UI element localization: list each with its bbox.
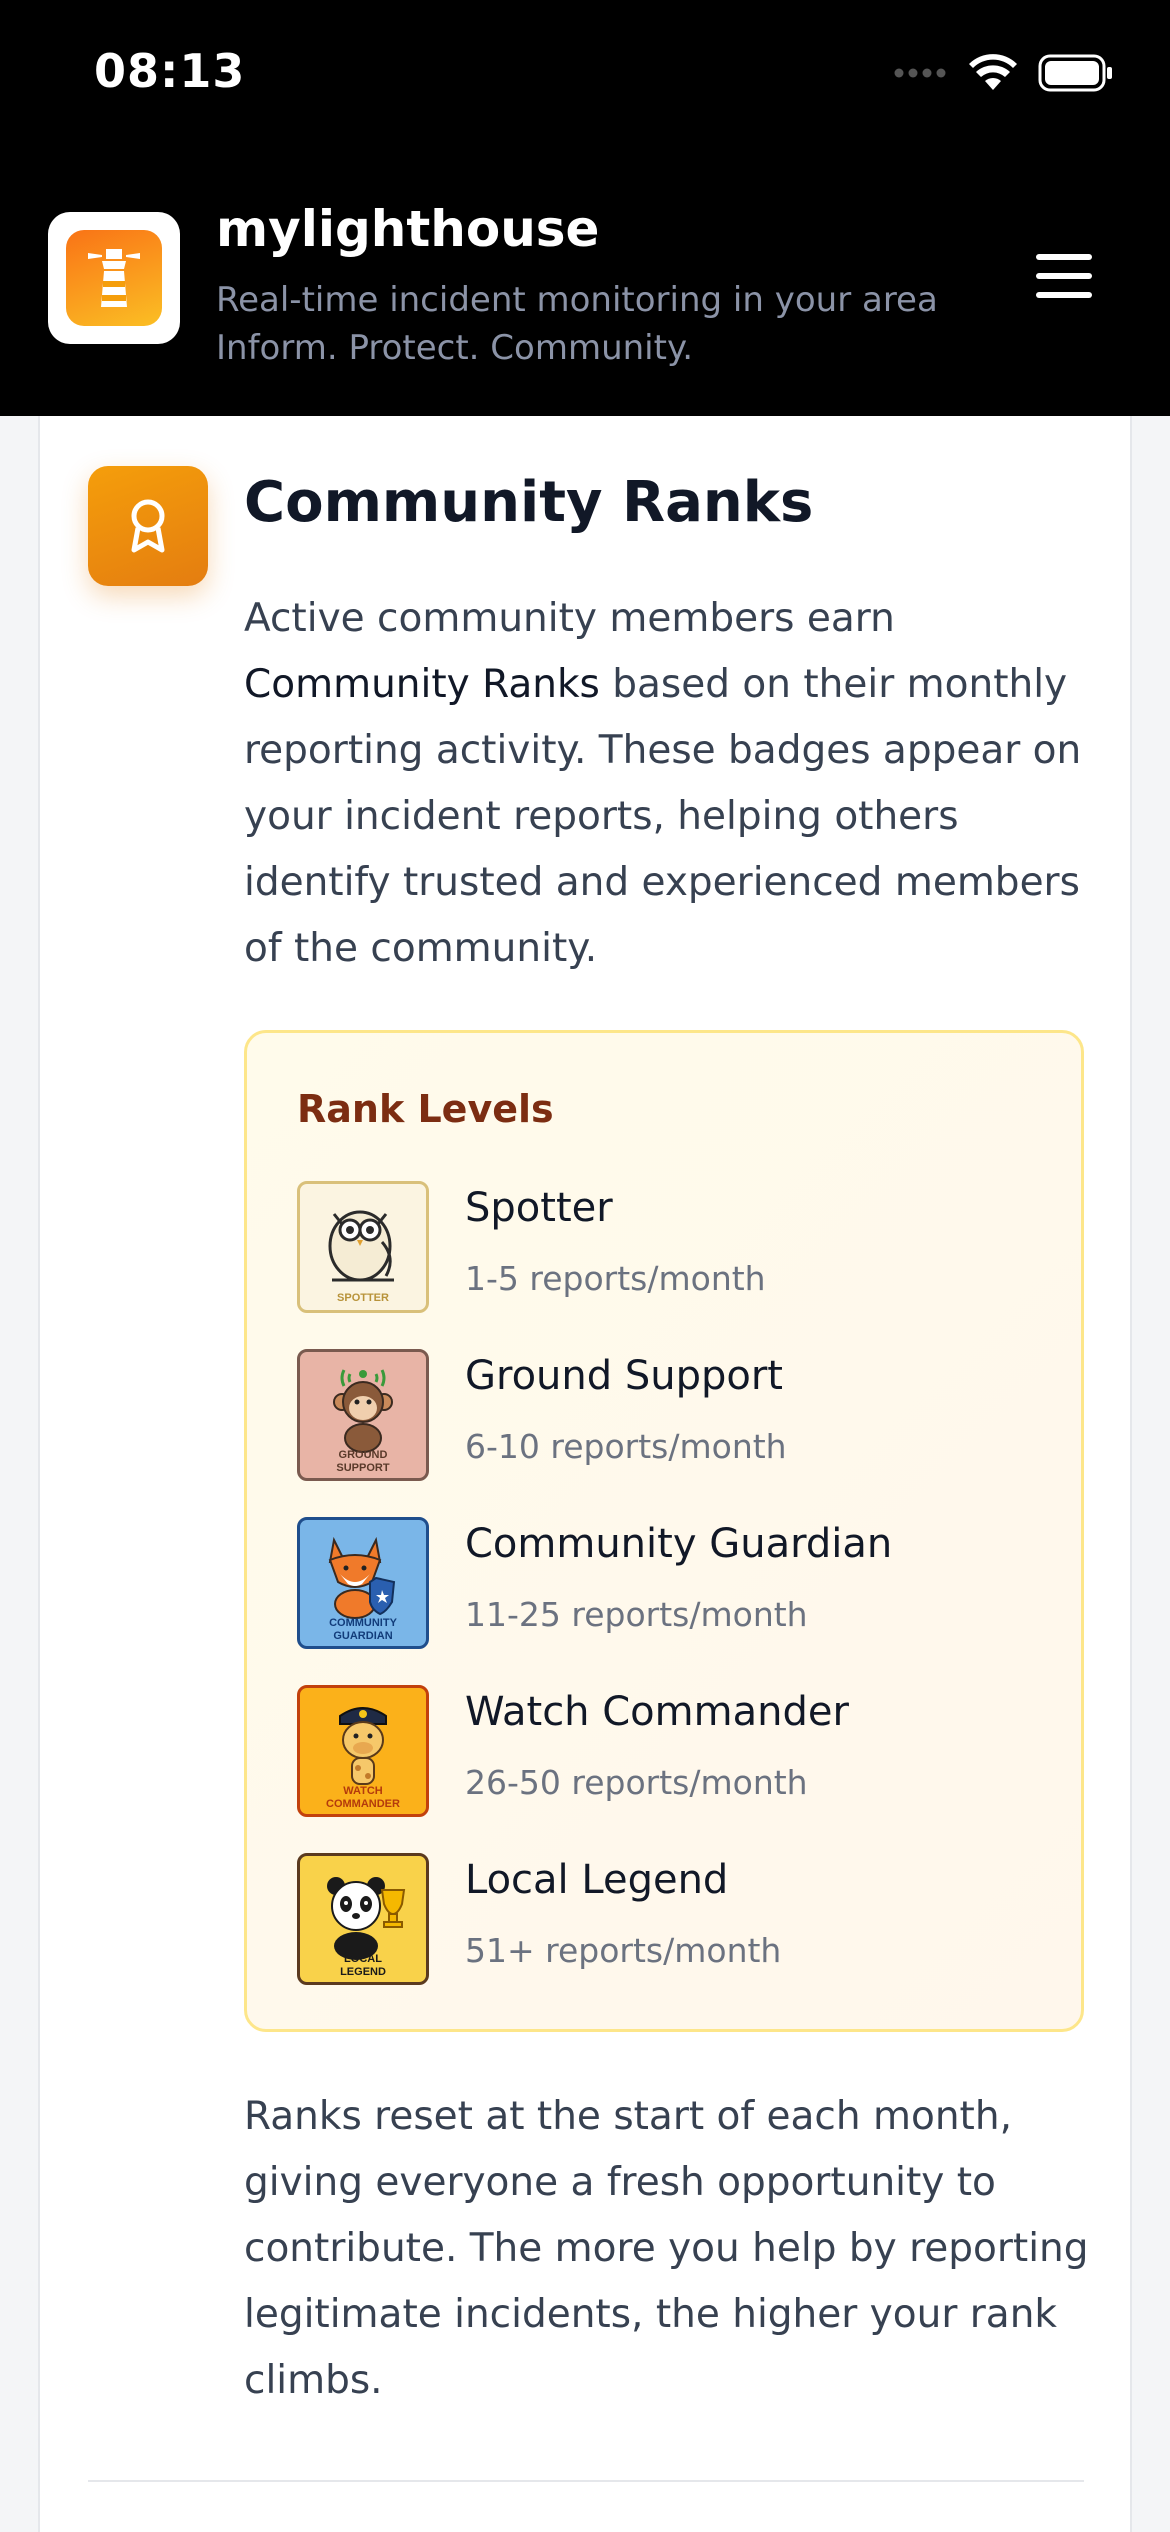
status-icons [894, 54, 1114, 92]
status-bar: 08:13 [0, 0, 1170, 150]
app-name: mylighthouse [216, 200, 600, 258]
watch-commander-giraffe-badge-icon: WATCH COMMANDER [297, 1685, 429, 1817]
rank-name: Ground Support [465, 1353, 783, 1399]
status-time: 08:13 [94, 44, 246, 98]
outro-paragraph: Ranks reset at the start of each month, … [244, 2094, 1089, 2403]
spotter-badge-label: SPOTTER [337, 1292, 389, 1304]
section-icon [88, 466, 208, 586]
app-logo[interactable] [48, 212, 180, 344]
rank-item-local-legend: LOCAL LEGEND Local Legend 51+ reports/mo… [297, 1853, 1057, 1985]
community-guardian-fox-badge-icon: COMMUNITY GUARDIAN [297, 1517, 429, 1649]
rank-name: Spotter [465, 1185, 613, 1231]
rank-name: Local Legend [465, 1857, 729, 1903]
rank-range: 51+ reports/month [465, 1931, 782, 1970]
battery-icon [1038, 54, 1112, 92]
ground-support-monkey-badge-icon: GROUND SUPPORT [297, 1349, 429, 1481]
svg-text:GROUND: GROUND [339, 1449, 388, 1461]
rank-levels-box: Rank Levels SPOTTER Spotter 1-5 reports/… [244, 1030, 1084, 2032]
rank-levels-heading: Rank Levels [297, 1087, 554, 1131]
tagline-line-2: Inform. Protect. Community. [216, 328, 694, 368]
divider [88, 2480, 1084, 2482]
rank-name: Watch Commander [465, 1689, 849, 1735]
app-tagline: Real-time incident monitoring in your ar… [216, 276, 938, 372]
svg-text:COMMUNITY: COMMUNITY [329, 1617, 397, 1629]
local-legend-panda-badge-icon: LOCAL LEGEND [297, 1853, 429, 1985]
cellular-signal-icon [894, 68, 946, 78]
rank-range: 6-10 reports/month [465, 1427, 787, 1466]
rank-range: 1-5 reports/month [465, 1259, 766, 1298]
svg-text:COMMANDER: COMMANDER [326, 1798, 400, 1810]
svg-text:WATCH: WATCH [343, 1785, 383, 1797]
svg-text:LOCAL: LOCAL [344, 1953, 382, 1965]
tagline-line-1: Real-time incident monitoring in your ar… [216, 280, 938, 320]
rank-range: 11-25 reports/month [465, 1595, 808, 1634]
app-header: mylighthouse Real-time incident monitori… [0, 150, 1170, 416]
svg-text:LEGEND: LEGEND [340, 1966, 386, 1978]
award-ribbon-icon [131, 499, 165, 553]
rank-item-community-guardian: COMMUNITY GUARDIAN Community Guardian 11… [297, 1517, 1057, 1649]
intro-highlight: Community Ranks [244, 662, 600, 707]
lighthouse-icon [88, 249, 140, 307]
section-title: Community Ranks [244, 470, 814, 535]
svg-text:GUARDIAN: GUARDIAN [333, 1630, 392, 1642]
spotter-owl-badge-icon: SPOTTER [297, 1181, 429, 1313]
rank-item-spotter: SPOTTER Spotter 1-5 reports/month [297, 1181, 1057, 1313]
hamburger-menu-icon[interactable] [1036, 254, 1092, 298]
intro-paragraph: Active community members earn Community … [244, 596, 1082, 971]
rank-item-watch-commander: WATCH COMMANDER Watch Commander 26-50 re… [297, 1685, 1057, 1817]
content-card: Community Ranks Active community members… [38, 416, 1132, 2532]
rank-range: 26-50 reports/month [465, 1763, 808, 1802]
rank-name: Community Guardian [465, 1521, 893, 1567]
svg-text:SUPPORT: SUPPORT [336, 1462, 389, 1474]
wifi-icon [969, 54, 1017, 90]
rank-item-ground-support: GROUND SUPPORT Ground Support 6-10 repor… [297, 1349, 1057, 1481]
